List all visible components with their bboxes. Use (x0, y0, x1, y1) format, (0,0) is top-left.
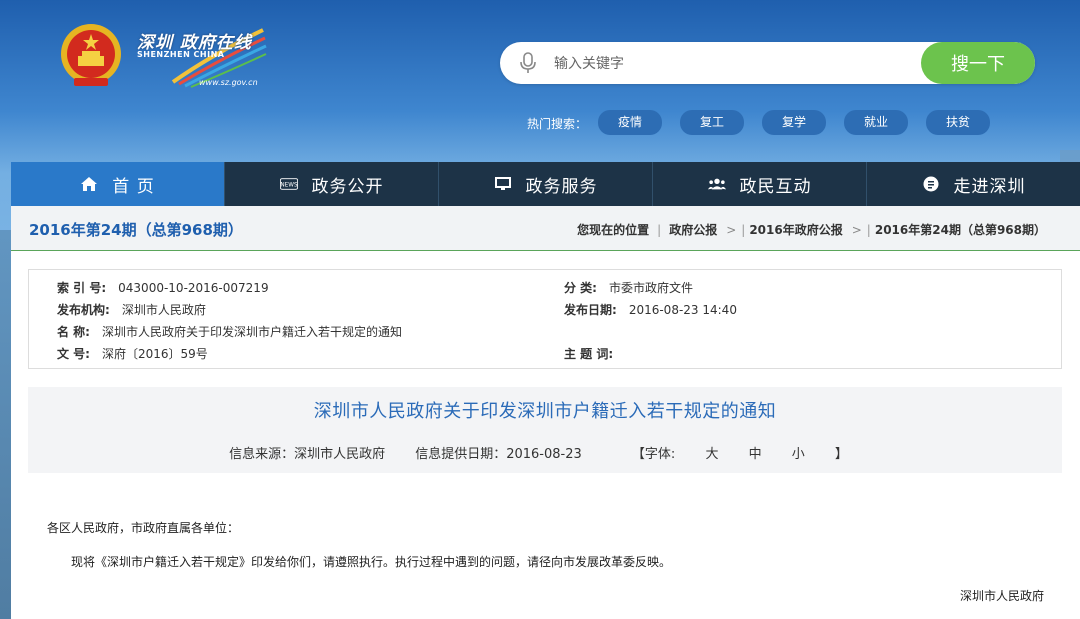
meta-category-label: 分 类: (564, 281, 597, 295)
nav-label-about-shenzhen: 走进深圳 (953, 176, 1026, 197)
search-button[interactable]: 搜一下 (921, 42, 1035, 84)
meta-subject-label: 主 题 词: (564, 347, 614, 361)
hot-tag-resume-work[interactable]: 复工 (680, 110, 744, 135)
hot-search-label: 热门搜索： (527, 117, 588, 131)
nav-item-interaction[interactable]: 政民互动 (653, 162, 867, 206)
national-emblem-icon (61, 24, 121, 86)
logo-english-text: SHENZHEN CHINA (137, 50, 225, 59)
font-size-small-button[interactable]: 小 (792, 447, 805, 462)
meta-doc-value: 深府〔2016〕59号 (101, 347, 208, 361)
article-header: 深圳市人民政府关于印发深圳市户籍迁入若干规定的通知 信息来源：深圳市人民政府 信… (28, 387, 1062, 473)
article-paragraph: 现将《深圳市户籍迁入若干规定》印发给你们，请遵照执行。执行过程中遇到的问题，请径… (71, 555, 672, 569)
info-icon (922, 175, 940, 193)
meta-category-row: 分 类: 市委市政府文件 (564, 279, 693, 296)
hot-tag-epidemic[interactable]: 疫情 (598, 110, 662, 135)
hot-tag-poverty-relief[interactable]: 扶贫 (926, 110, 990, 135)
font-size-medium-button[interactable]: 中 (749, 447, 762, 462)
breadcrumb-separator: > (851, 222, 862, 237)
meta-date-label: 发布日期: (564, 303, 617, 317)
site-logo[interactable]: 深圳 政府在线 SHENZHEN CHINA www.sz.gov.cn (133, 24, 268, 90)
meta-doc-row: 文 号: 深府〔2016〕59号 (57, 345, 208, 362)
meta-subject-row: 主 题 词: (564, 345, 625, 362)
nav-item-gov-services[interactable]: 政务服务 (439, 162, 653, 206)
font-size-large-button[interactable]: 大 (705, 447, 718, 462)
nav-item-gov-affairs-open[interactable]: NEWS 政务公开 (225, 162, 439, 206)
meta-org-label: 发布机构: (57, 303, 110, 317)
breadcrumb-separator: > (726, 222, 737, 237)
breadcrumb-link-issue[interactable]: 2016年第24期（总第968期） (875, 221, 1046, 238)
article-title: 深圳市人民政府关于印发深圳市户籍迁入若干规定的通知 (313, 401, 777, 422)
article-info: 信息来源：深圳市人民政府 信息提供日期：2016-08-23 【字体: 大 中 … (28, 443, 1062, 462)
meta-doc-label: 文 号: (57, 347, 90, 361)
main-nav: 首 页 NEWS 政务公开 政务服务 政民互动 走进深圳 (11, 162, 1080, 206)
issue-title: 2016年第24期（总第968期） (29, 221, 243, 239)
breadcrumb-link-gazette[interactable]: 政府公报 (669, 221, 717, 238)
monitor-icon (494, 175, 512, 193)
hot-tag-employment[interactable]: 就业 (844, 110, 908, 135)
logo-url-text: www.sz.gov.cn (199, 78, 258, 87)
home-icon (80, 175, 98, 193)
breadcrumb-label: 您现在的位置 (577, 223, 650, 237)
meta-index-label: 索 引 号: (57, 281, 107, 295)
meta-date-value: 2016-08-23 14:40 (628, 303, 737, 317)
font-size-close: 】 (834, 447, 848, 462)
breadcrumb-divider: | (866, 222, 871, 237)
article-salutation: 各区人民政府，市政府直属各单位： (47, 521, 240, 535)
breadcrumb: 您现在的位置 | 政府公报 > | 2016年政府公报 > | 2016年第24… (577, 221, 1046, 238)
article-signature: 深圳市人民政府 (959, 589, 1044, 603)
breadcrumb-divider: | (657, 222, 662, 237)
meta-org-value: 深圳市人民政府 (121, 303, 206, 317)
issue-bar: 2016年第24期（总第968期） 您现在的位置 | 政府公报 > | 2016… (11, 206, 1080, 251)
microphone-icon[interactable] (518, 52, 538, 74)
nav-label-interaction: 政民互动 (739, 176, 812, 197)
svg-text:NEWS: NEWS (280, 182, 298, 188)
meta-date-row: 发布日期: 2016-08-23 14:40 (564, 301, 737, 318)
font-size-control: 【字体: 大 中 小 】 (619, 447, 861, 462)
font-size-open: 【字体: (631, 447, 676, 462)
document-meta-box: 索 引 号: 043000-10-2016-007219 分 类: 市委市政府文件 … (28, 269, 1062, 369)
meta-name-row: 名 称: 深圳市人民政府关于印发深圳市户籍迁入若干规定的通知 (57, 323, 402, 340)
hot-tag-resume-school[interactable]: 复学 (762, 110, 826, 135)
meta-name-label: 名 称: (57, 325, 90, 339)
nav-label-gov-services: 政务服务 (525, 176, 598, 197)
meta-category-value: 市委市政府文件 (608, 281, 693, 295)
meta-index-row: 索 引 号: 043000-10-2016-007219 (57, 279, 269, 296)
content-panel: 2016年第24期（总第968期） 您现在的位置 | 政府公报 > | 2016… (11, 206, 1080, 619)
news-icon: NEWS (279, 175, 298, 193)
meta-org-row: 发布机构: 深圳市人民政府 (57, 301, 206, 318)
breadcrumb-link-2016-gazette[interactable]: 2016年政府公报 (749, 221, 842, 238)
article-source: 信息来源：深圳市人民政府 (229, 447, 386, 462)
meta-name-value: 深圳市人民政府关于印发深圳市户籍迁入若干规定的通知 (101, 325, 402, 339)
search-input[interactable] (552, 52, 916, 76)
article-provide-date: 信息提供日期：2016-08-23 (415, 447, 582, 462)
breadcrumb-divider: | (741, 222, 746, 237)
nav-item-home[interactable]: 首 页 (11, 162, 225, 206)
search-bar: 搜一下 (500, 42, 1035, 84)
meta-index-value: 043000-10-2016-007219 (118, 281, 269, 295)
nav-item-about-shenzhen[interactable]: 走进深圳 (867, 162, 1080, 206)
people-icon (707, 175, 726, 193)
nav-label-home: 首 页 (112, 176, 155, 197)
nav-label-gov-affairs-open: 政务公开 (311, 176, 384, 197)
